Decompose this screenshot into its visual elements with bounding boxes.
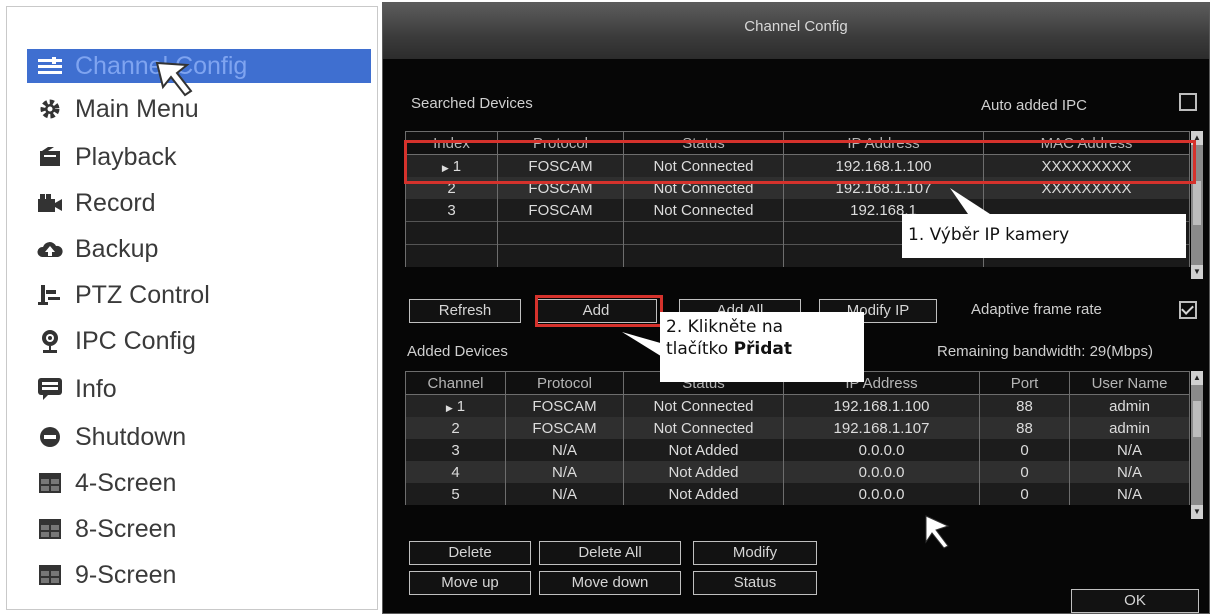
callout1-text: 1. Výběr IP kamery	[908, 225, 1070, 245]
callout-pointers	[622, 188, 990, 549]
callout2-line1: 2. Klikněte na	[666, 317, 784, 337]
mouse-cursor-icon	[925, 515, 950, 549]
callout2-pointer-icon	[622, 332, 664, 358]
callout-select-ip-camera: 1. Výběr IP kamery	[902, 214, 1186, 258]
callout2-line2: tlačítko Přidat	[666, 338, 858, 360]
callout1-pointer-icon	[950, 188, 990, 214]
callout2-prefix: tlačítko	[666, 339, 734, 359]
callout-click-add: 2. Klikněte na tlačítko Přidat	[660, 312, 864, 382]
callout2-bold: Přidat	[733, 339, 793, 359]
